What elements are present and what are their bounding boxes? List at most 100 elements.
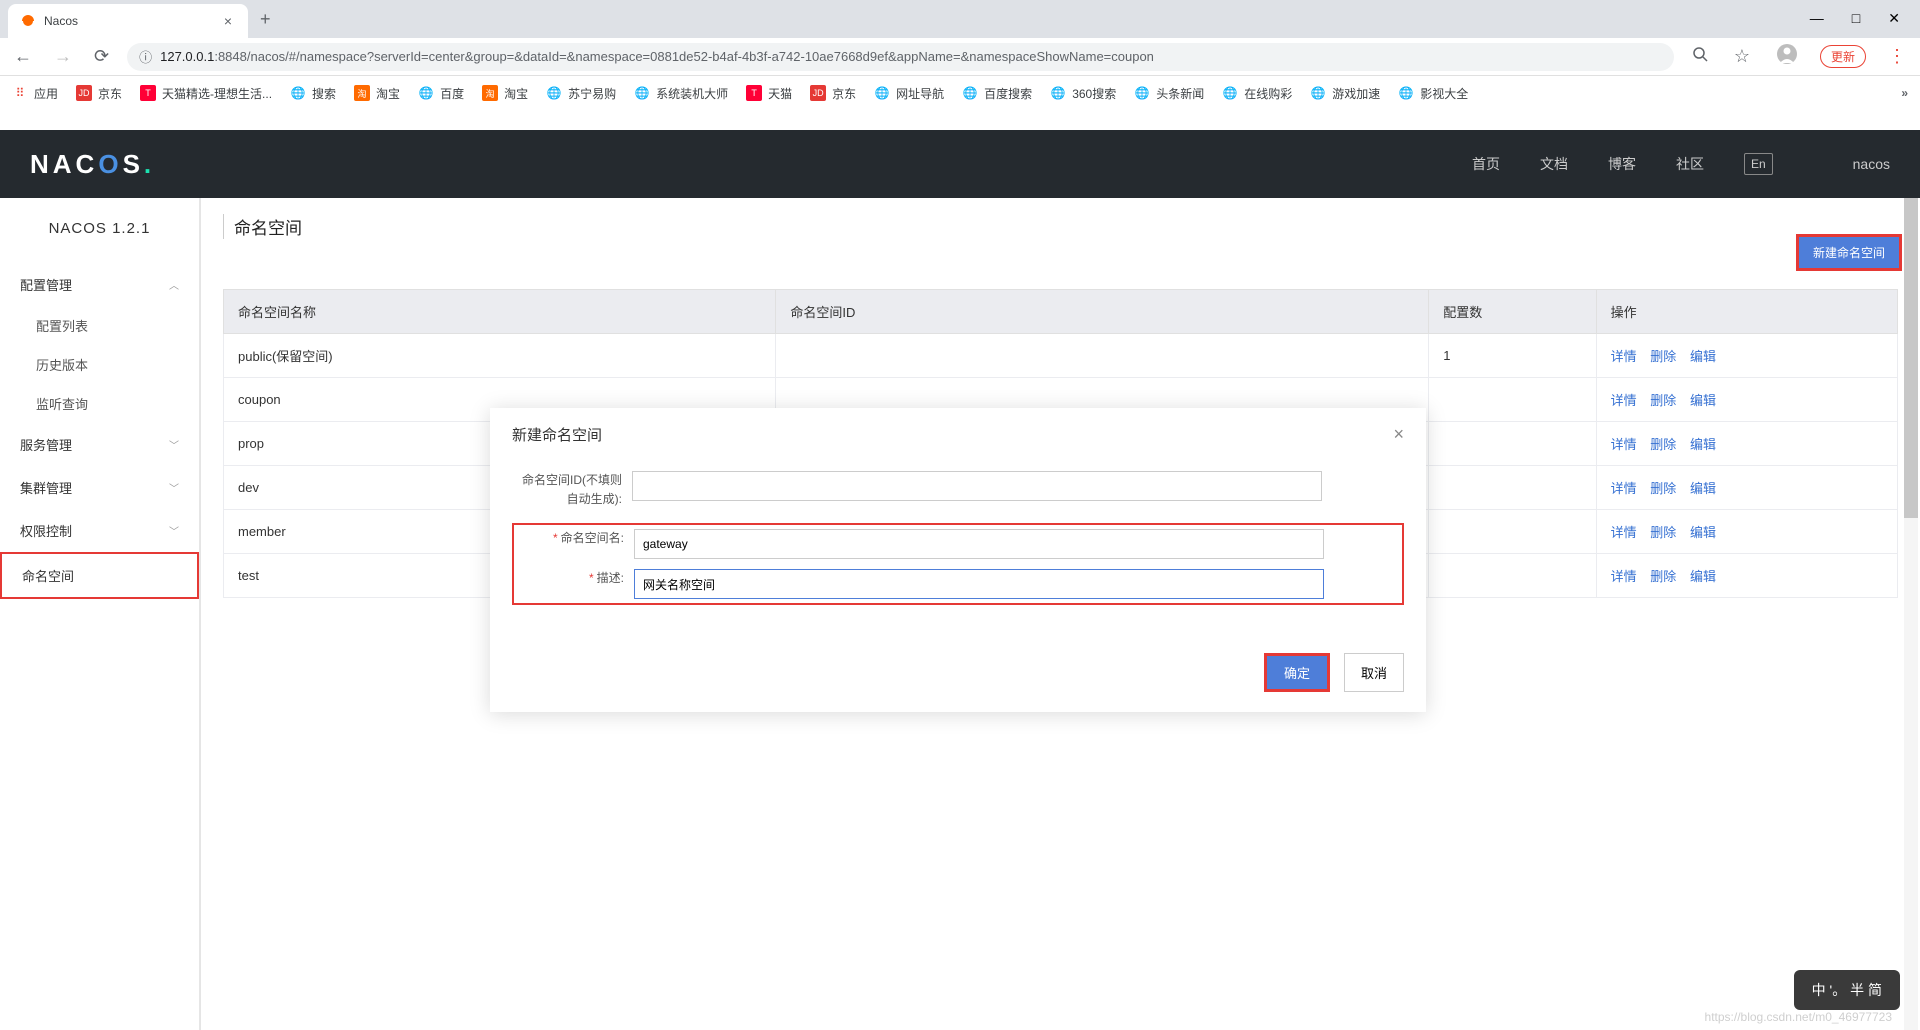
- bookmark-item[interactable]: 淘淘宝: [354, 85, 400, 102]
- nav-docs[interactable]: 文档: [1540, 154, 1568, 174]
- op-delete[interactable]: 删除: [1650, 349, 1676, 364]
- reload-icon[interactable]: ⟳: [90, 42, 113, 71]
- op-edit[interactable]: 编辑: [1690, 569, 1716, 584]
- header-user[interactable]: nacos: [1853, 156, 1890, 172]
- globe-icon: 🌐: [1222, 85, 1238, 101]
- bookmark-item[interactable]: 🌐百度搜索: [962, 85, 1032, 102]
- modal-close-icon[interactable]: ×: [1393, 424, 1404, 445]
- profile-icon[interactable]: [1772, 39, 1802, 74]
- sidebar-item-history[interactable]: 历史版本: [0, 345, 199, 384]
- cancel-button[interactable]: 取消: [1344, 653, 1404, 692]
- op-detail[interactable]: 详情: [1611, 569, 1637, 584]
- op-delete[interactable]: 删除: [1650, 393, 1676, 408]
- search-icon[interactable]: [1688, 42, 1712, 71]
- sidebar-item-config-mgmt[interactable]: 配置管理︿: [0, 263, 199, 306]
- op-detail[interactable]: 详情: [1611, 437, 1637, 452]
- site-info-icon[interactable]: ⓘ: [139, 47, 152, 66]
- bookmark-item[interactable]: 🌐百度: [418, 85, 464, 102]
- bookmark-item[interactable]: 🌐搜索: [290, 85, 336, 102]
- lang-toggle[interactable]: En: [1744, 153, 1773, 175]
- op-detail[interactable]: 详情: [1611, 525, 1637, 540]
- col-ops: 操作: [1596, 290, 1897, 334]
- close-window-icon[interactable]: ✕: [1888, 10, 1900, 27]
- create-namespace-button[interactable]: 新建命名空间: [1799, 237, 1899, 268]
- namespace-desc-input[interactable]: [634, 569, 1324, 599]
- bookmark-item[interactable]: T天猫: [746, 85, 792, 102]
- namespace-id-input[interactable]: [632, 471, 1322, 501]
- cell-count: 1: [1429, 334, 1596, 378]
- update-button[interactable]: 更新: [1820, 45, 1866, 68]
- bookmark-item[interactable]: 🌐系统装机大师: [634, 85, 728, 102]
- ime-indicator[interactable]: 中 '。 半 简: [1794, 970, 1900, 1010]
- back-icon[interactable]: ←: [10, 42, 36, 71]
- tab-close-icon[interactable]: ×: [220, 13, 236, 29]
- namespace-name-input[interactable]: [634, 529, 1324, 559]
- sidebar-item-service-mgmt[interactable]: 服务管理﹀: [0, 423, 199, 466]
- sidebar-item-namespace[interactable]: 命名空间: [0, 552, 199, 599]
- op-edit[interactable]: 编辑: [1690, 393, 1716, 408]
- op-delete[interactable]: 删除: [1650, 569, 1676, 584]
- cell-count: [1429, 378, 1596, 422]
- new-tab-icon[interactable]: +: [248, 9, 283, 30]
- menu-icon[interactable]: ⋮: [1884, 42, 1910, 71]
- op-detail[interactable]: 详情: [1611, 393, 1637, 408]
- nav-blog[interactable]: 博客: [1608, 154, 1636, 174]
- apps-button[interactable]: ⠿应用: [12, 85, 58, 102]
- bookmark-item[interactable]: 淘淘宝: [482, 85, 528, 102]
- sidebar-item-listener[interactable]: 监听查询: [0, 384, 199, 423]
- op-edit[interactable]: 编辑: [1690, 349, 1716, 364]
- op-detail[interactable]: 详情: [1611, 349, 1637, 364]
- nav-home[interactable]: 首页: [1472, 154, 1500, 174]
- confirm-button[interactable]: 确定: [1267, 656, 1327, 689]
- sidebar-item-access-ctrl[interactable]: 权限控制﹀: [0, 509, 199, 552]
- chevron-down-icon: ﹀: [169, 523, 179, 538]
- bookmark-item[interactable]: T天猫精选-理想生活...: [140, 85, 272, 102]
- cell-ops: 详情 删除 编辑: [1596, 466, 1897, 510]
- minimize-icon[interactable]: —: [1810, 10, 1824, 27]
- jd-icon: JD: [810, 85, 826, 101]
- bookmark-item[interactable]: 🌐苏宁易购: [546, 85, 616, 102]
- scrollbar[interactable]: [1904, 198, 1918, 1030]
- bookmark-item[interactable]: JD京东: [810, 85, 856, 102]
- bookmark-item[interactable]: 🌐游戏加速: [1310, 85, 1380, 102]
- op-edit[interactable]: 编辑: [1690, 437, 1716, 452]
- maximize-icon[interactable]: □: [1852, 10, 1860, 27]
- logo[interactable]: NACOS.: [30, 149, 155, 180]
- op-delete[interactable]: 删除: [1650, 525, 1676, 540]
- op-edit[interactable]: 编辑: [1690, 481, 1716, 496]
- sidebar-item-config-list[interactable]: 配置列表: [0, 306, 199, 345]
- chevron-down-icon: ﹀: [169, 437, 179, 452]
- op-delete[interactable]: 删除: [1650, 481, 1676, 496]
- sidebar-item-cluster-mgmt[interactable]: 集群管理﹀: [0, 466, 199, 509]
- op-edit[interactable]: 编辑: [1690, 525, 1716, 540]
- cell-ops: 详情 删除 编辑: [1596, 510, 1897, 554]
- bookmark-item[interactable]: 🌐影视大全: [1398, 85, 1468, 102]
- bookmark-overflow-icon[interactable]: »: [1901, 86, 1908, 100]
- bookmark-item[interactable]: 🌐360搜索: [1050, 85, 1116, 102]
- col-name: 命名空间名称: [224, 290, 776, 334]
- globe-icon: 🌐: [962, 85, 978, 101]
- bookmark-item[interactable]: 🌐头条新闻: [1134, 85, 1204, 102]
- bookmark-bar: ⠿应用 JD京东 T天猫精选-理想生活... 🌐搜索 淘淘宝 🌐百度 淘淘宝 🌐…: [0, 76, 1920, 110]
- globe-icon: 🌐: [1050, 85, 1066, 101]
- op-delete[interactable]: 删除: [1650, 437, 1676, 452]
- cell-ops: 详情 删除 编辑: [1596, 554, 1897, 598]
- cell-name: public(保留空间): [224, 334, 776, 378]
- taobao-icon: 淘: [354, 85, 370, 101]
- nav-community[interactable]: 社区: [1676, 154, 1704, 174]
- browser-tab[interactable]: Nacos ×: [8, 4, 248, 38]
- bookmark-item[interactable]: 🌐网址导航: [874, 85, 944, 102]
- forward-icon[interactable]: →: [50, 42, 76, 71]
- chevron-up-icon: ︿: [169, 277, 179, 292]
- op-detail[interactable]: 详情: [1611, 481, 1637, 496]
- bookmark-item[interactable]: JD京东: [76, 85, 122, 102]
- bookmark-item[interactable]: 🌐在线购彩: [1222, 85, 1292, 102]
- cell-id: [776, 334, 1429, 378]
- scroll-thumb[interactable]: [1904, 198, 1918, 518]
- cell-ops: 详情 删除 编辑: [1596, 378, 1897, 422]
- url-input[interactable]: ⓘ 127.0.0.1:8848/nacos/#/namespace?serve…: [127, 43, 1674, 71]
- address-bar: ← → ⟳ ⓘ 127.0.0.1:8848/nacos/#/namespace…: [0, 38, 1920, 76]
- sidebar: NACOS 1.2.1 配置管理︿ 配置列表 历史版本 监听查询 服务管理﹀ 集…: [0, 198, 200, 1030]
- star-icon[interactable]: ☆: [1730, 42, 1754, 71]
- version-label: NACOS 1.2.1: [0, 220, 199, 237]
